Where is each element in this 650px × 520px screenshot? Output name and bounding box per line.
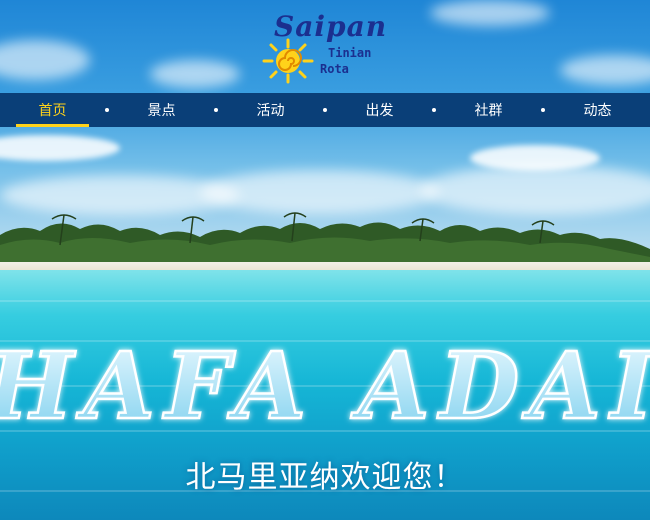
sun-spiral-icon bbox=[262, 38, 314, 84]
cloud bbox=[470, 145, 600, 171]
nav-item-home[interactable]: 首页 bbox=[0, 93, 105, 127]
nav-item-label: 景点 bbox=[147, 103, 176, 119]
hero-headline: HAFA ADAI bbox=[0, 331, 650, 442]
nav-item-label: 动态 bbox=[583, 103, 612, 119]
nav-item-label: 活动 bbox=[256, 103, 285, 119]
wave bbox=[0, 300, 650, 302]
cloud bbox=[430, 0, 550, 26]
nav-item-depart[interactable]: 出发 bbox=[327, 93, 432, 127]
logo-subtitle-rota: Rota bbox=[320, 62, 349, 76]
nav-item-activities[interactable]: 活动 bbox=[218, 93, 323, 127]
nav-item-label: 社群 bbox=[474, 103, 503, 119]
nav-item-label: 首页 bbox=[38, 103, 67, 119]
nav-item-news[interactable]: 动态 bbox=[545, 93, 650, 127]
logo-subtitle-tinian: Tinian bbox=[328, 46, 372, 60]
nav-item-attractions[interactable]: 景点 bbox=[109, 93, 214, 127]
hero-headline-text: HAFA ADAI bbox=[0, 332, 650, 440]
nav-item-label: 出发 bbox=[365, 103, 394, 119]
page: Saipan Tinian Rota 首页 景点 活动 出发 社群 动态 HAF… bbox=[0, 0, 650, 520]
site-logo[interactable]: Saipan Tinian Rota bbox=[262, 8, 392, 84]
cloud bbox=[150, 60, 240, 88]
main-nav: 首页 景点 活动 出发 社群 动态 bbox=[0, 93, 650, 127]
nav-item-community[interactable]: 社群 bbox=[436, 93, 541, 127]
welcome-text: 北马里亚纳欢迎您！ bbox=[185, 460, 465, 495]
